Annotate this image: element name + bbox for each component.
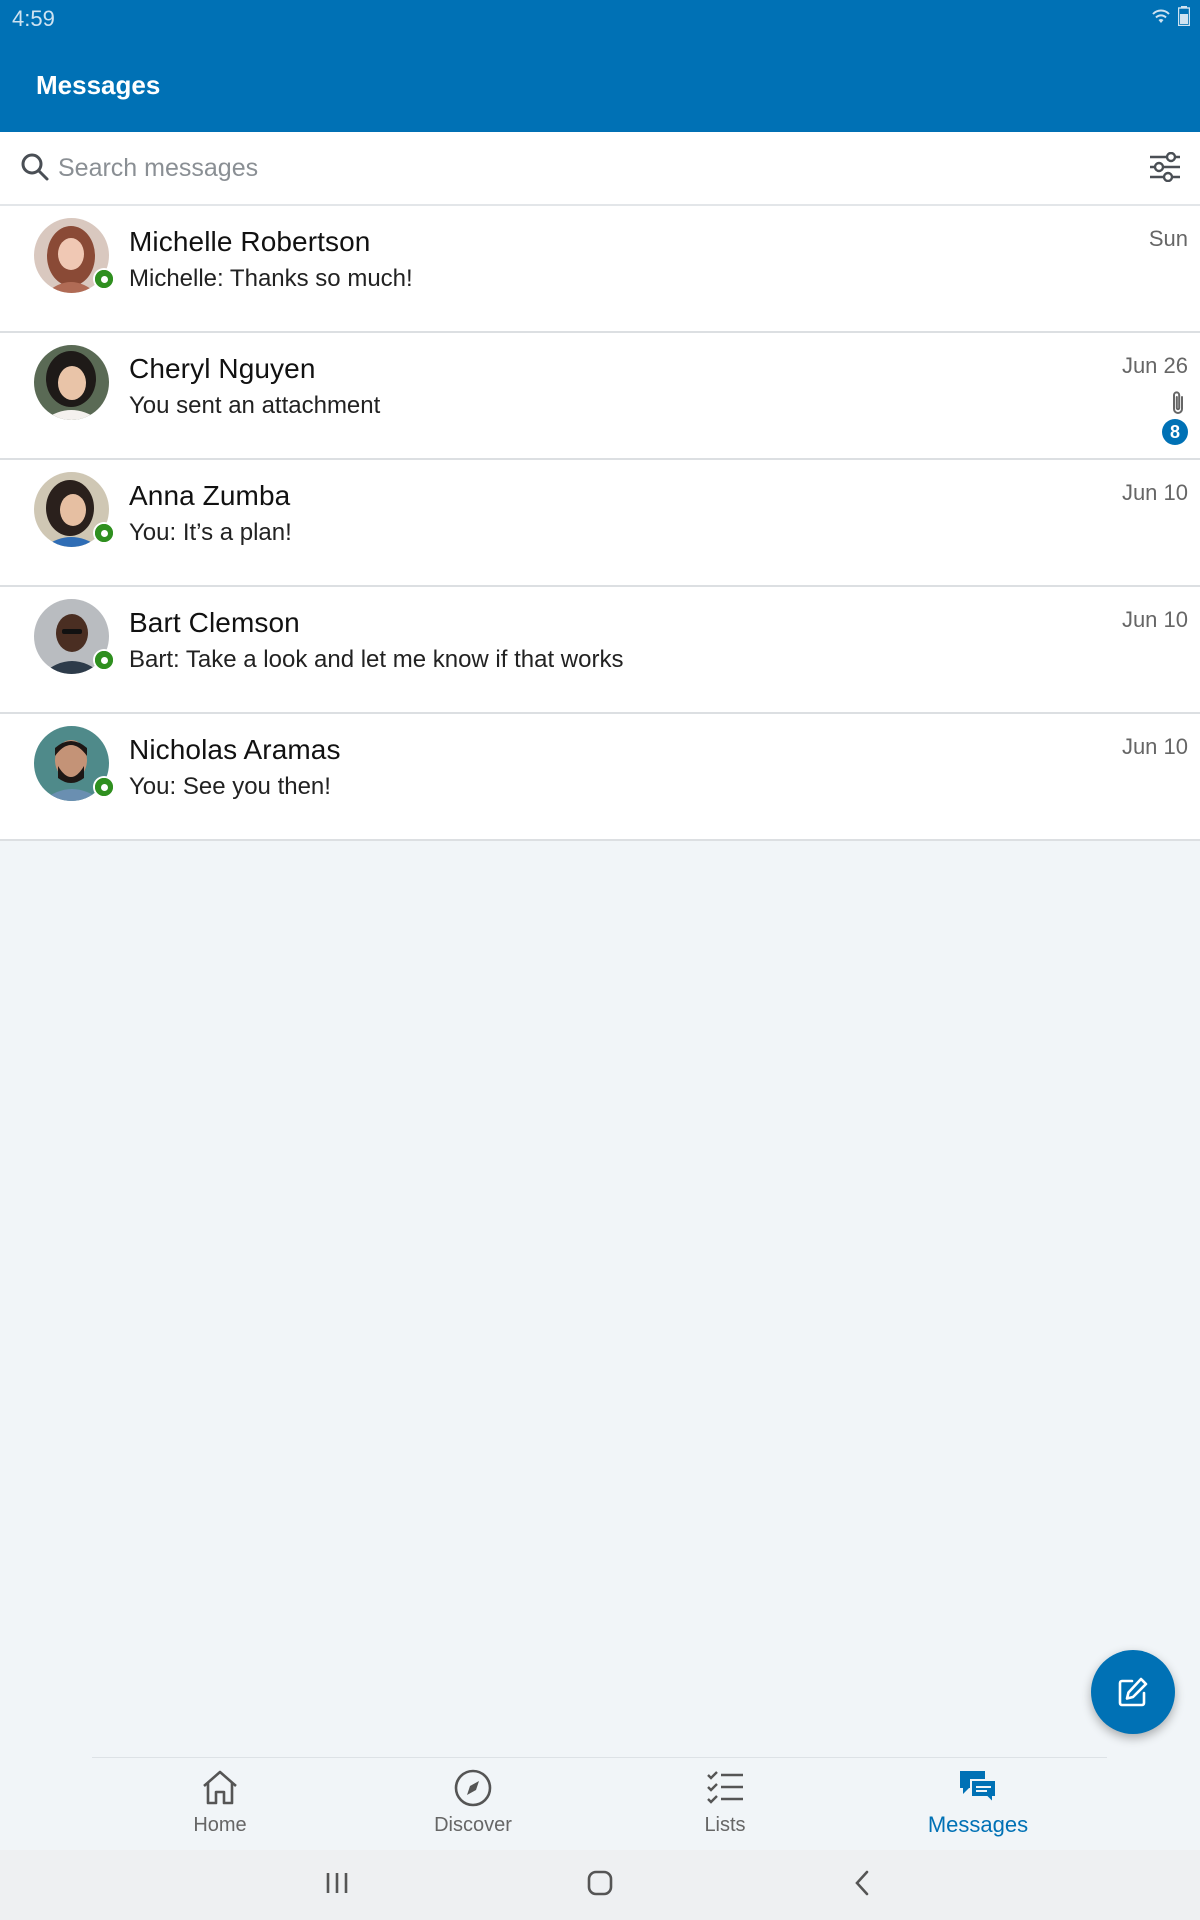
message-date: Jun 10 (1121, 734, 1188, 759)
contact-name: Anna Zumba (129, 480, 291, 511)
wifi-icon (1152, 9, 1170, 23)
message-preview: Michelle: Thanks so much! (129, 265, 413, 292)
status-time: 4:59 (12, 6, 55, 31)
home-button-icon[interactable] (586, 1868, 614, 1898)
compose-icon (1118, 1677, 1148, 1707)
checklist-icon (707, 1771, 743, 1804)
conversation-row[interactable]: Michelle Robertson Michelle: Thanks so m… (0, 206, 1200, 333)
page-title: Messages (36, 70, 161, 100)
message-date: Jun 26 (1121, 353, 1188, 378)
status-icons (1150, 6, 1190, 26)
contact-name: Michelle Robertson (129, 226, 371, 257)
recent-apps-icon[interactable] (324, 1868, 350, 1898)
unread-count-badge: 8 (1162, 419, 1188, 445)
home-icon (203, 1770, 237, 1805)
search-input[interactable] (58, 148, 1098, 188)
message-date: Jun 10 (1121, 480, 1188, 505)
nav-lists[interactable]: Lists (625, 1758, 825, 1850)
contact-name: Bart Clemson (129, 607, 300, 638)
app-bar: 4:59 Messages (0, 0, 1200, 132)
conversation-list: Michelle Robertson Michelle: Thanks so m… (0, 206, 1200, 841)
conversation-row[interactable]: Cheryl Nguyen You sent an attachment Jun… (0, 333, 1200, 460)
contact-name: Nicholas Aramas (129, 734, 341, 765)
battery-icon (1178, 6, 1190, 26)
conversation-row[interactable]: Bart Clemson Bart: Take a look and let m… (0, 587, 1200, 714)
compose-button[interactable] (1091, 1650, 1175, 1734)
message-date: Sun (1148, 226, 1188, 251)
online-presence-indicator (93, 649, 115, 671)
conversation-row[interactable]: Nicholas Aramas You: See you then! Jun 1… (0, 714, 1200, 841)
contact-name: Cheryl Nguyen (129, 353, 316, 384)
nav-label: Home (193, 1814, 247, 1836)
compass-icon (454, 1769, 492, 1807)
message-preview: You sent an attachment (129, 392, 381, 419)
filter-icon[interactable] (1148, 152, 1182, 182)
paperclip-icon (1173, 391, 1183, 414)
nav-label: Messages (927, 1812, 1029, 1837)
back-icon[interactable] (852, 1868, 874, 1898)
message-preview: Bart: Take a look and let me know if tha… (129, 646, 624, 673)
search-bar (0, 132, 1200, 206)
nav-label: Lists (704, 1814, 746, 1836)
message-preview: You: See you then! (129, 773, 331, 800)
avatar (34, 345, 109, 420)
nav-messages[interactable]: Messages (878, 1758, 1078, 1850)
nav-label: Discover (434, 1814, 512, 1836)
message-date: Jun 10 (1121, 607, 1188, 632)
conversation-row[interactable]: Anna Zumba You: It’s a plan! Jun 10 (0, 460, 1200, 587)
nav-home[interactable]: Home (120, 1758, 320, 1850)
system-navigation-bar (0, 1850, 1200, 1920)
chat-icon (960, 1771, 997, 1806)
bottom-navigation: Home Discover Lists Messages (0, 1757, 1200, 1850)
message-preview: You: It’s a plan! (129, 519, 292, 546)
online-presence-indicator (93, 776, 115, 798)
online-presence-indicator (93, 268, 115, 290)
nav-discover[interactable]: Discover (373, 1758, 573, 1850)
search-icon (21, 153, 49, 181)
online-presence-indicator (93, 522, 115, 544)
